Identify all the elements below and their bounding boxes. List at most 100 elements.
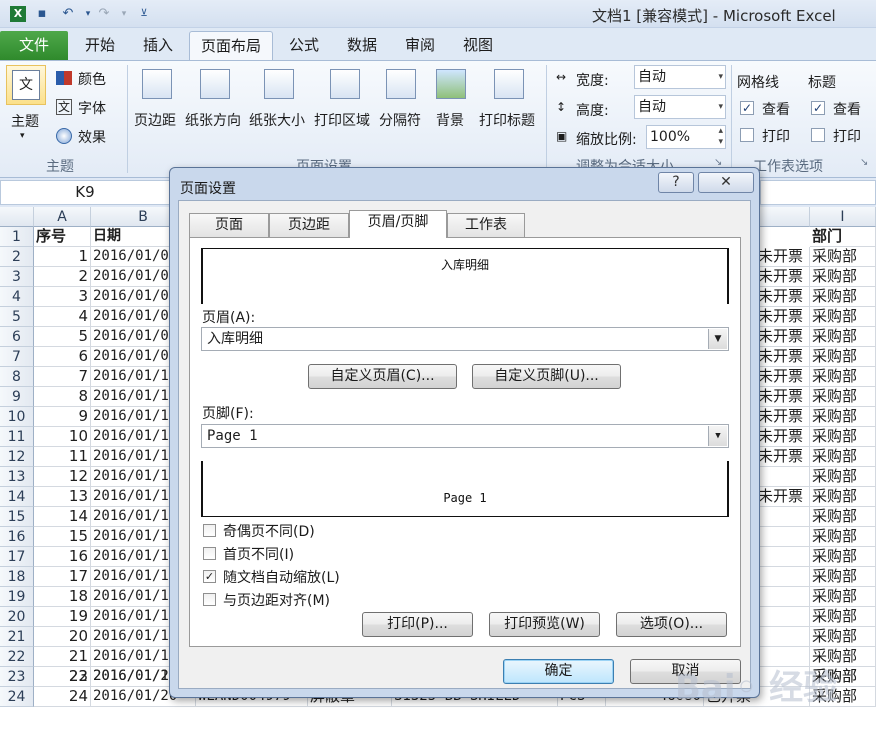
headings-print-checkbox[interactable]: [811, 128, 825, 142]
excel-logo-icon[interactable]: X: [8, 4, 28, 24]
row-header[interactable]: 19: [0, 587, 34, 607]
row-header[interactable]: 12: [0, 447, 34, 467]
cell-a[interactable]: 2: [34, 267, 91, 287]
colors-button[interactable]: 颜色: [78, 69, 106, 89]
row-header[interactable]: 11: [0, 427, 34, 447]
cell-i[interactable]: 采购部: [810, 247, 876, 267]
undo-icon[interactable]: ↶: [58, 4, 78, 24]
cell-h[interactable]: 未开票: [756, 307, 810, 327]
cell-a[interactable]: 21: [34, 647, 91, 667]
row-header[interactable]: 3: [0, 267, 34, 287]
cell-i[interactable]: 采购部: [810, 607, 876, 627]
tab-insert[interactable]: 插入: [134, 31, 182, 60]
print-button[interactable]: 打印(P)...: [362, 612, 473, 637]
cell-a[interactable]: 4: [34, 307, 91, 327]
cell-h[interactable]: 未开票: [756, 427, 810, 447]
scale-spinner[interactable]: 100% ▴ ▾: [646, 125, 726, 149]
cell-a[interactable]: 24: [34, 687, 91, 707]
row-header[interactable]: 8: [0, 367, 34, 387]
cell-a[interactable]: 16: [34, 547, 91, 567]
tab-margins[interactable]: 页边距: [269, 213, 349, 237]
row-header[interactable]: 17: [0, 547, 34, 567]
tab-page[interactable]: 页面: [189, 213, 269, 237]
cell-a[interactable]: 5: [34, 327, 91, 347]
cell-h[interactable]: 未开票: [756, 287, 810, 307]
cell-i[interactable]: 采购部: [810, 327, 876, 347]
redo-icon[interactable]: ↷: [94, 4, 114, 24]
cell-h[interactable]: [756, 627, 810, 647]
row-header[interactable]: 4: [0, 287, 34, 307]
save-icon[interactable]: ▪: [32, 4, 52, 24]
row-header[interactable]: 14: [0, 487, 34, 507]
tab-header-footer[interactable]: 页眉/页脚: [349, 210, 447, 238]
cell-h[interactable]: [756, 547, 810, 567]
tab-home[interactable]: 开始: [76, 31, 124, 60]
headings-view-checkbox[interactable]: ✓: [811, 101, 825, 115]
print-titles-button[interactable]: 打印标题: [479, 110, 535, 130]
orientation-button[interactable]: 纸张方向: [185, 110, 241, 130]
cell-i[interactable]: 采购部: [810, 527, 876, 547]
cell-a[interactable]: 8: [34, 387, 91, 407]
align-with-margins-checkbox[interactable]: [203, 593, 216, 606]
fonts-button[interactable]: 字体: [78, 98, 106, 118]
cell-a[interactable]: 11: [34, 447, 91, 467]
tab-page-layout[interactable]: 页面布局: [189, 31, 273, 60]
tab-data[interactable]: 数据: [338, 31, 386, 60]
cell-a[interactable]: 14: [34, 507, 91, 527]
cell-i[interactable]: 部门: [810, 227, 876, 247]
cell-h[interactable]: 未开票: [756, 407, 810, 427]
cell-a[interactable]: 19: [34, 607, 91, 627]
cell-i[interactable]: 采购部: [810, 547, 876, 567]
cell-h[interactable]: [756, 467, 810, 487]
tab-formulas[interactable]: 公式: [280, 31, 328, 60]
cell-a[interactable]: 序号: [34, 227, 91, 247]
help-button[interactable]: ?: [658, 172, 694, 193]
cell-h[interactable]: 未开票: [756, 347, 810, 367]
cell-a[interactable]: 20: [34, 627, 91, 647]
cell-i[interactable]: 采购部: [810, 467, 876, 487]
cell-a[interactable]: 12: [34, 467, 91, 487]
cell-h[interactable]: 未开票: [756, 247, 810, 267]
cell-h[interactable]: 未开票: [756, 267, 810, 287]
row-header[interactable]: 10: [0, 407, 34, 427]
row-header[interactable]: 24: [0, 687, 34, 707]
close-button[interactable]: ✕: [698, 172, 754, 193]
cell-h[interactable]: 未开票: [756, 387, 810, 407]
gridlines-print-checkbox[interactable]: [740, 128, 754, 142]
row-header[interactable]: 9: [0, 387, 34, 407]
chevron-down-icon[interactable]: ▼: [708, 329, 727, 349]
tab-review[interactable]: 审阅: [396, 31, 444, 60]
cell-a[interactable]: 13: [34, 487, 91, 507]
cell-a[interactable]: 1: [34, 247, 91, 267]
row-header[interactable]: 5: [0, 307, 34, 327]
row-header[interactable]: 22: [0, 647, 34, 667]
cell-i[interactable]: 采购部: [810, 587, 876, 607]
cell-h[interactable]: 未开票: [756, 327, 810, 347]
background-button[interactable]: 背景: [436, 110, 464, 130]
cell-h[interactable]: 未开票: [756, 487, 810, 507]
cell-a[interactable]: 17: [34, 567, 91, 587]
cell-a[interactable]: 23: [34, 667, 91, 687]
cell-a[interactable]: 18: [34, 587, 91, 607]
column-header-h[interactable]: [756, 207, 810, 227]
cell-h[interactable]: [756, 567, 810, 587]
chevron-down-icon[interactable]: ▼: [708, 426, 727, 446]
cell-h[interactable]: [756, 607, 810, 627]
cell-i[interactable]: 采购部: [810, 407, 876, 427]
scale-with-document-checkbox[interactable]: ✓: [203, 570, 216, 583]
row-header[interactable]: 1: [0, 227, 34, 247]
cell-i[interactable]: 采购部: [810, 627, 876, 647]
column-header-a[interactable]: A: [34, 207, 91, 227]
redo-dropdown-icon[interactable]: ▾: [114, 4, 134, 24]
cell-i[interactable]: 采购部: [810, 447, 876, 467]
select-all-corner[interactable]: [0, 207, 34, 227]
themes-button[interactable]: 文: [6, 65, 46, 105]
column-header-i[interactable]: I: [810, 207, 876, 227]
width-select[interactable]: 自动 ▾: [634, 65, 726, 89]
custom-header-button[interactable]: 自定义页眉(C)...: [308, 364, 457, 389]
cell-i[interactable]: 采购部: [810, 387, 876, 407]
row-header[interactable]: 20: [0, 607, 34, 627]
cell-i[interactable]: 采购部: [810, 367, 876, 387]
height-select[interactable]: 自动 ▾: [634, 95, 726, 119]
effects-button[interactable]: 效果: [78, 127, 106, 147]
